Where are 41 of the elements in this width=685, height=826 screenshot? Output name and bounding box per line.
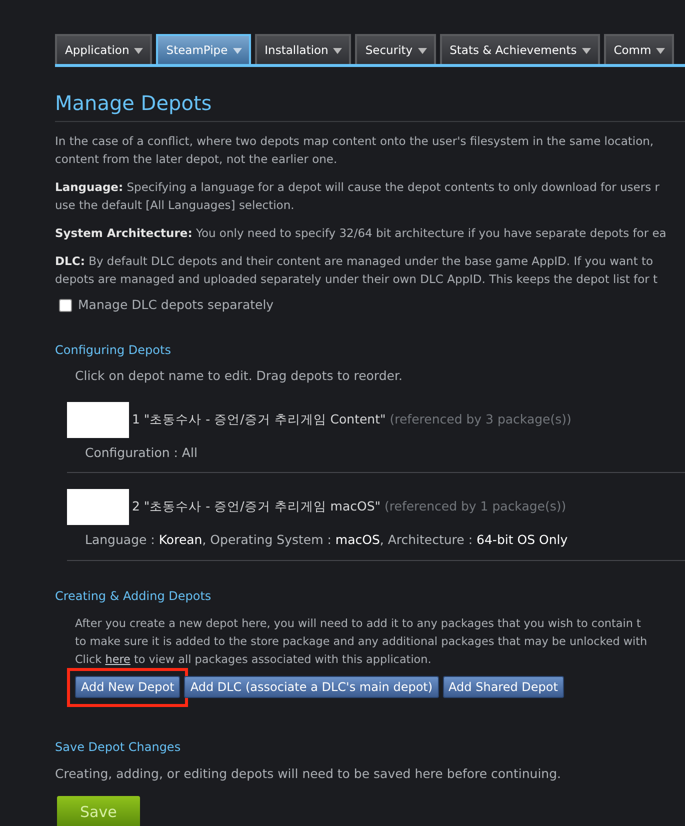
paragraph-line: System Architecture: You only need to specify 32/64 bit architecture if you have separate depots for ea [55, 225, 668, 242]
depot-details: Language : Korean, Operating System : macOS, Architecture : 64-bit OS Only [85, 531, 569, 550]
section-heading: Creating & Adding Depots [55, 588, 212, 605]
add-depot-button[interactable]: Add New Depot [75, 676, 180, 698]
caret-icon [418, 48, 427, 54]
caret-icon [656, 48, 666, 54]
caret-icon [582, 48, 591, 54]
checkbox-label[interactable]: Manage DLC depots separately [78, 296, 274, 315]
tab[interactable]: SteamPipe [156, 34, 251, 64]
add-depot-button[interactable]: Add DLC (associate a DLC's main depot) [184, 676, 439, 698]
paragraph-line: In the case of a conflict, where two depots map content onto the user's filesystem in the same location, [55, 133, 655, 150]
tab[interactable]: Security [355, 34, 436, 64]
paragraph-line: depots are managed and uploaded separately under their own DLC AppID. This keeps the depot list for t [55, 271, 659, 288]
paragraph-line: content from the later depot, not the earlier one. [55, 151, 338, 168]
paragraph-line: to make sure it is added to the store package and any additional packages that may be unlocked with [75, 634, 648, 650]
page-title: Manage Depots [55, 91, 685, 122]
tab[interactable]: Stats & Achievements [440, 34, 600, 64]
paragraph-text: to view all packages associated with this application. [134, 653, 432, 666]
depot-name[interactable]: 2 "초동수사 - 증언/증거 추리게임 macOS" [132, 498, 381, 514]
paragraph-line: Language: Specifying a language for a depot will cause the depot contents to only download for users r [55, 179, 660, 196]
tab[interactable]: Application [55, 34, 152, 64]
tab[interactable]: Installation [254, 34, 352, 64]
caret-icon [232, 48, 242, 54]
paragraph-line: After you create a new depot here, you will need to add it to any packages that you wish to contain t [75, 616, 642, 632]
checkbox[interactable] [59, 298, 72, 312]
caret-icon [333, 48, 342, 54]
paragraph-text: Creating, adding, or editing depots will need to be saved here before continuing. [55, 765, 562, 783]
add-depot-button[interactable]: Add Shared Depot [442, 676, 564, 698]
section-heading: Save Depot Changes [55, 739, 182, 756]
reference-count: (referenced by 1 package(s)) [384, 498, 566, 514]
paragraph-text: Click [75, 653, 102, 666]
tab[interactable]: Comm [604, 34, 674, 64]
reference-count: (referenced by 3 package(s)) [390, 410, 572, 426]
paragraph-line: DLC: By default DLC depots and their content are managed under the base game AppID. If you want to [55, 253, 654, 270]
section-heading: Configuring Depots [55, 342, 172, 359]
caret-icon [134, 48, 144, 54]
hint-text: Click on depot name to edit. Drag depots to reorder. [75, 366, 404, 385]
here-link[interactable]: here [105, 653, 130, 666]
depot-name[interactable]: 1 "초동수사 - 증언/증거 추리게임 Content" [132, 410, 386, 426]
depot-details: Configuration : All [85, 444, 198, 462]
paragraph-line: use the default [All Languages] selection. [55, 197, 296, 214]
